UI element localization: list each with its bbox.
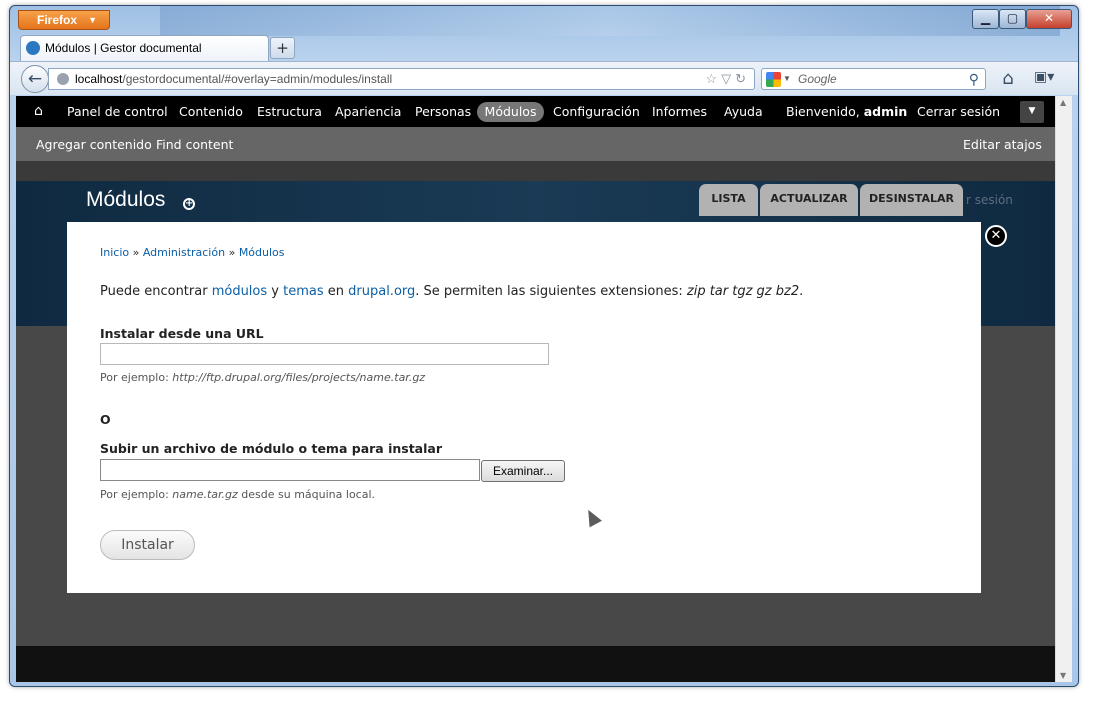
toolbar-item-help[interactable]: Ayuda [724,104,763,119]
navigation-bar: ← localhost/gestordocumental/#overlay=ad… [10,61,1078,95]
scroll-up-icon[interactable]: ▲ [1060,98,1066,107]
breadcrumb-separator: » [132,246,140,259]
firefox-menu-label: Firefox [37,13,78,27]
username[interactable]: admin [864,104,908,119]
chevron-down-icon[interactable]: ▼ [1020,101,1044,123]
upload-field-description: Por ejemplo: name.tar.gz desde su máquin… [100,488,375,501]
maximize-button[interactable]: ▢ [999,9,1026,29]
admin-toolbar: ⌂ Panel de control Contenido Estructura … [16,96,1055,127]
search-box[interactable]: ▼ Google ⚲ [761,68,986,90]
drupal-favicon-icon [26,41,40,55]
modules-link[interactable]: módulos [212,284,267,299]
intro-part: . Se permiten las siguientes extensiones… [415,284,687,299]
shortcuts-bar: Agregar contenido Find content Editar at… [16,127,1055,161]
home-icon[interactable]: ⌂ [998,67,1018,91]
background-logout-text: r sesión [966,193,1013,207]
intro-text: Puede encontrar módulos y temas en drupa… [100,284,803,299]
tab-modulos[interactable]: Módulos | Gestor documental [20,35,269,61]
toolbar-item-structure[interactable]: Estructura [257,104,322,119]
tab-title: Módulos | Gestor documental [45,41,202,55]
drupal-org-link[interactable]: drupal.org [348,284,415,299]
install-module-panel: Inicio » Administración » Módulos Puede … [67,222,981,593]
shortcut-add-content[interactable]: Agregar contenido [36,137,152,152]
desc-suffix: desde su máquina local. [237,488,376,501]
breadcrumb-admin[interactable]: Administración [143,246,225,259]
backdrop-strip [16,161,1055,181]
close-window-button[interactable]: ✕ [1026,9,1072,29]
add-shortcut-icon[interactable]: + [183,198,195,210]
shortcut-find-content[interactable]: Find content [156,137,233,152]
new-tab-button[interactable]: + [270,37,295,59]
toolbar-item-reports[interactable]: Informes [652,104,707,119]
url-field-description: Por ejemplo: http://ftp.drupal.org/files… [100,371,425,384]
upload-field-label: Subir un archivo de módulo o tema para i… [100,441,442,456]
search-icon[interactable]: ⚲ [969,69,979,89]
toolbar-item-panel[interactable]: Panel de control [67,104,168,119]
desc-example: http://ftp.drupal.org/files/projects/nam… [172,371,426,384]
search-placeholder: Google [798,72,837,86]
url-field-label: Instalar desde una URL [100,326,264,341]
welcome-text: Bienvenido, admin [786,104,907,119]
home-icon[interactable]: ⌂ [34,103,43,119]
or-label: O [100,412,111,427]
desc-prefix: Por ejemplo: [100,488,173,501]
tab-bar: Módulos | Gestor documental + [10,33,1078,61]
breadcrumb: Inicio » Administración » Módulos [100,246,285,259]
close-icon[interactable]: ✕ [985,225,1007,247]
toolbar-item-content[interactable]: Contenido [179,104,243,119]
globe-icon [57,73,69,85]
tab-desinstalar[interactable]: DESINSTALAR [860,184,963,216]
upload-file-input[interactable] [100,459,480,481]
chevron-down-icon[interactable]: ▼ [783,69,791,89]
bookmark-star-icon[interactable]: ☆▽↻ [705,69,750,89]
url-path: /gestordocumental/#overlay=admin/modules… [122,72,393,86]
address-bar[interactable]: localhost/gestordocumental/#overlay=admi… [48,68,755,90]
breadcrumb-modules[interactable]: Módulos [239,246,285,259]
title-bar-background [160,6,1060,36]
intro-part: en [323,284,349,299]
overlay-backdrop-bottom [16,646,1055,682]
desc-example: name.tar.gz [172,488,238,501]
google-icon [766,72,781,87]
install-button[interactable]: Instalar [100,530,195,560]
themes-link[interactable]: temas [283,284,324,299]
page-content: ⌂ Panel de control Contenido Estructura … [16,96,1055,682]
page-scrollbar[interactable]: ▲ ▼ [1055,96,1072,682]
minimize-button[interactable]: ▁ [972,9,999,29]
firefox-menu-button[interactable]: Firefox ▼ [18,10,110,30]
toolbar-item-people[interactable]: Personas [415,104,471,119]
bookmarks-menu-icon[interactable]: ▣▾ [1034,69,1068,89]
intro-part: . [799,284,804,299]
tab-lista[interactable]: LISTA [699,184,758,216]
url-host: localhost [75,72,123,86]
page-title: Módulos [86,188,166,211]
desc-prefix: Por ejemplo: [100,371,173,384]
logout-link[interactable]: Cerrar sesión [917,104,1000,119]
scroll-down-icon[interactable]: ▼ [1060,671,1066,680]
toolbar-item-appearance[interactable]: Apariencia [335,104,401,119]
chevron-down-icon: ▼ [88,15,97,25]
back-arrow-icon[interactable]: ← [21,65,49,93]
intro-part: Puede encontrar [100,284,212,299]
install-url-input[interactable] [100,343,549,365]
browse-button[interactable]: Examinar... [481,460,565,482]
browser-window: Firefox ▼ ▁ ▢ ✕ Módulos | Gestor document… [9,5,1079,687]
welcome-label: Bienvenido, [786,104,860,119]
tab-actualizar[interactable]: ACTUALIZAR [760,184,858,216]
toolbar-item-configuration[interactable]: Configuración [553,104,640,119]
allowed-extensions: zip tar tgz gz bz2 [686,284,800,299]
toolbar-item-modules[interactable]: Módulos [477,102,544,122]
breadcrumb-home[interactable]: Inicio [100,246,129,259]
edit-shortcuts-link[interactable]: Editar atajos [963,137,1042,152]
intro-part: y [267,284,284,299]
breadcrumb-separator: » [228,246,236,259]
